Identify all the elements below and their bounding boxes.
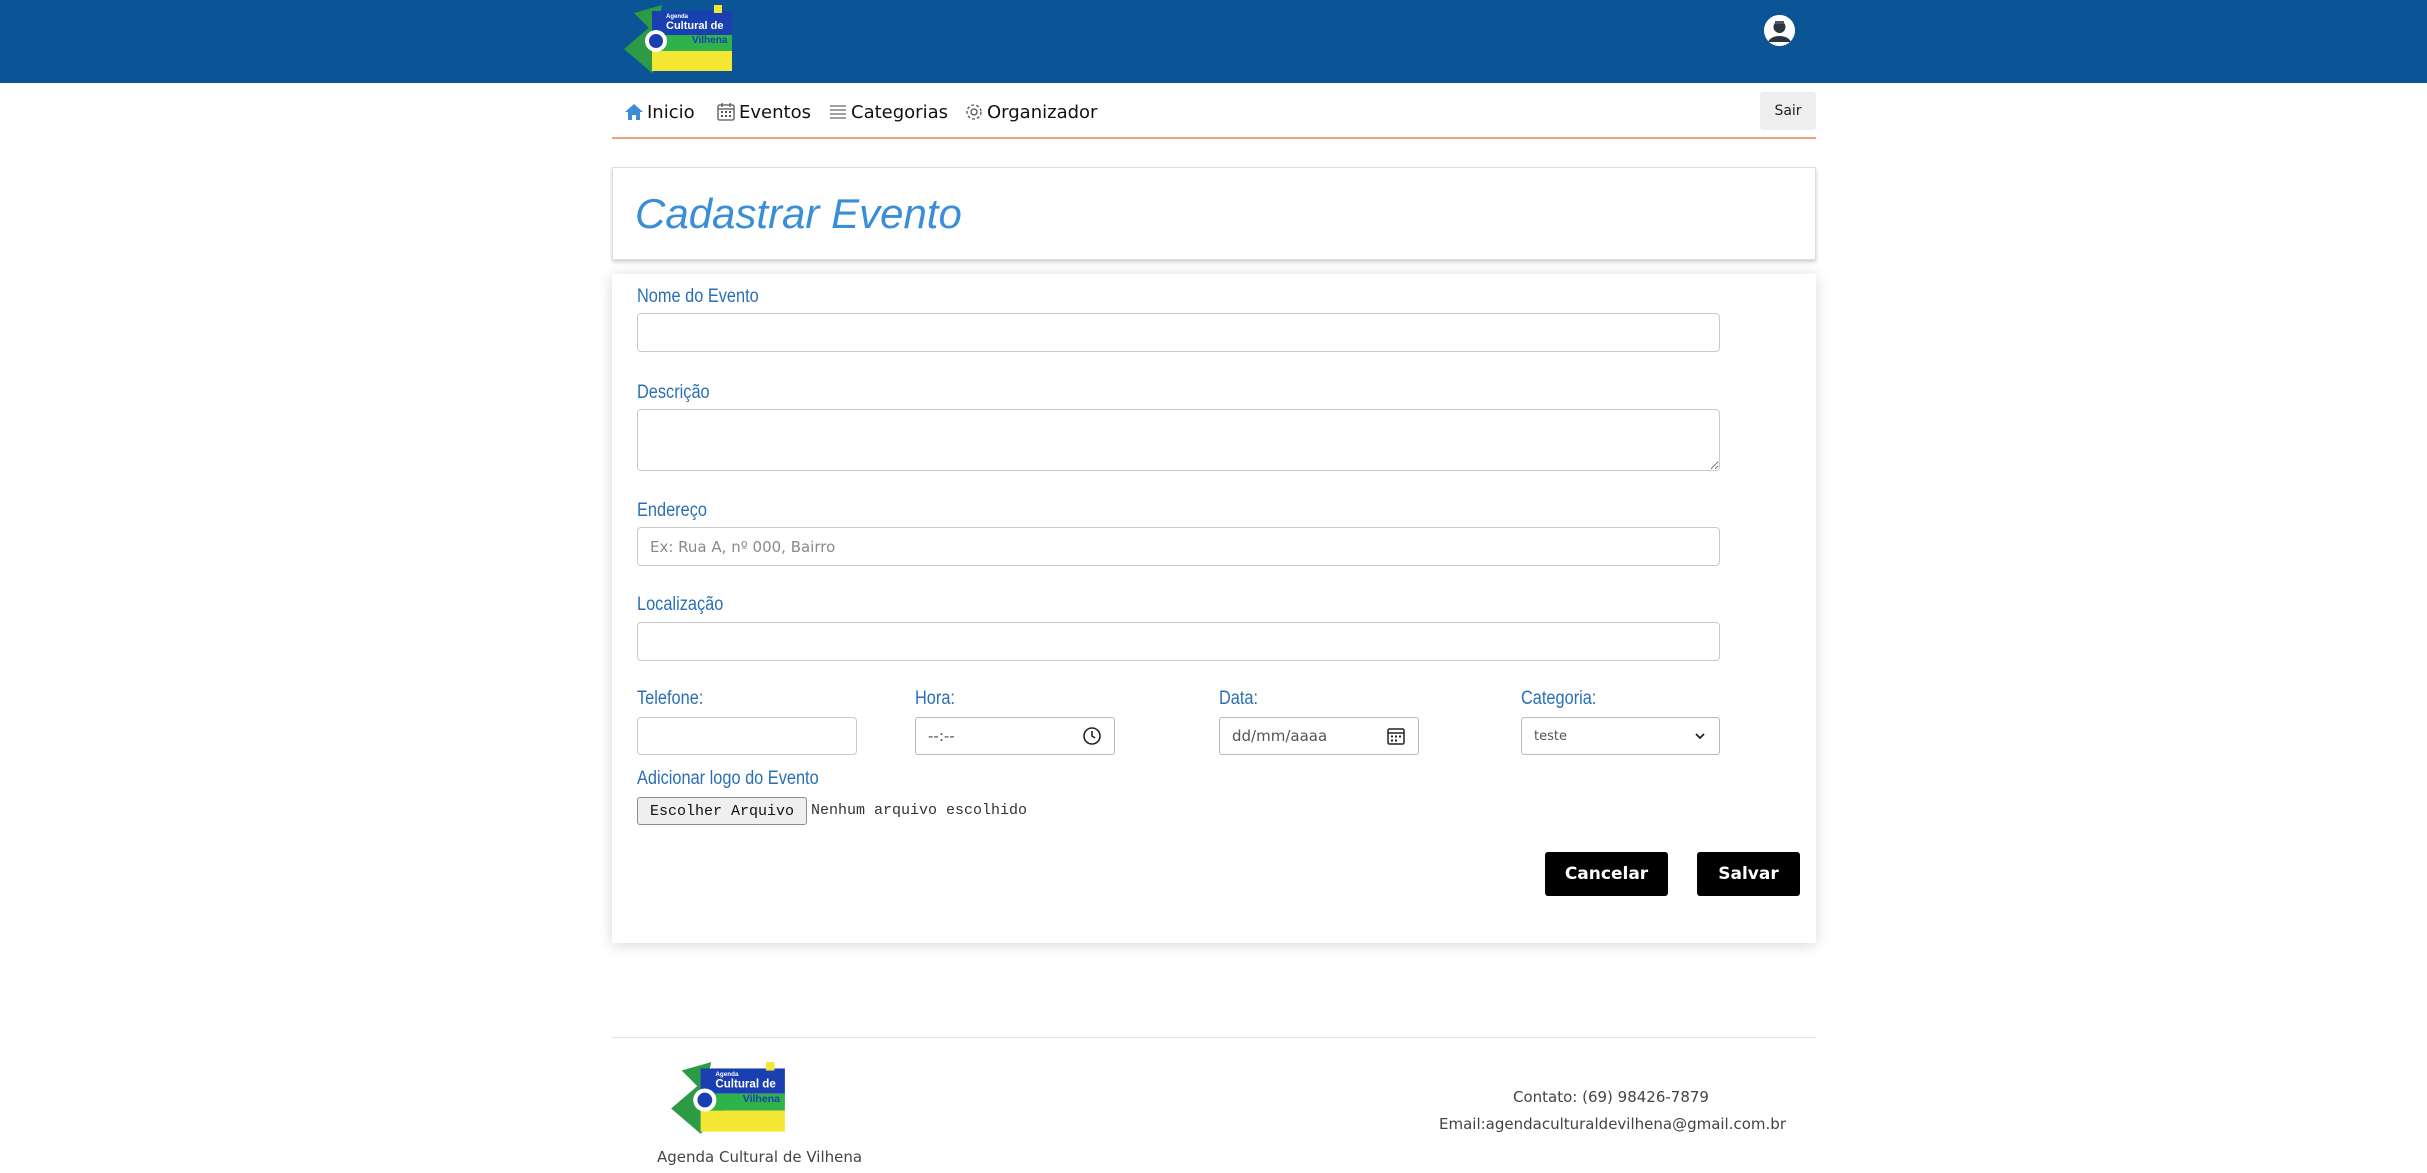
nav-item-organizador[interactable]: Organizador [964,100,1097,124]
footer-site-name: Agenda Cultural de Vilhena [657,1148,863,1166]
user-avatar[interactable] [1764,15,1795,46]
nav-item-label: Categorias [851,101,948,123]
nav-item-eventos[interactable]: Eventos [716,100,811,124]
data-placeholder: dd/mm/aaaa [1232,727,1328,745]
nav-item-categorias[interactable]: Categorias [828,100,948,124]
endereco-input[interactable] [637,527,1720,566]
choose-file-button[interactable]: Escolher Arquivo [637,797,807,825]
footer-logo: Agenda Cultural de Vilhena [669,1062,787,1136]
chevron-down-icon [1693,729,1707,743]
nav-item-label: Inicio [647,101,695,123]
save-button[interactable]: Salvar [1697,852,1800,896]
hora-placeholder: --:-- [928,727,955,745]
logout-button[interactable]: Sair [1760,92,1816,130]
nav-item-label: Organizador [987,101,1098,123]
categoria-selected-value: teste [1534,728,1567,744]
categoria-label: Categoria: [1521,688,1597,709]
hora-time-input[interactable]: --:-- [915,717,1115,755]
nav-item-inicio[interactable]: Inicio [624,100,695,124]
list-icon [828,102,848,122]
svg-text:Cultural de: Cultural de [715,1078,776,1090]
descricao-textarea[interactable] [637,409,1720,471]
clock-icon[interactable] [1082,726,1102,746]
telefone-label: Telefone: [637,688,704,709]
main-navigation: Inicio Eventos Categorias Organizador Sa… [612,88,1816,139]
footer-divider [612,1037,1816,1038]
descricao-label: Descrição [637,382,710,403]
data-date-input[interactable]: dd/mm/aaaa [1219,717,1419,755]
svg-text:Agenda: Agenda [715,1071,739,1078]
localizacao-label: Localização [637,594,724,615]
categoria-select[interactable]: teste [1521,717,1720,755]
localizacao-input[interactable] [637,622,1720,661]
top-header: Agenda Cultural de Vilhena [0,0,2427,83]
cancel-button[interactable]: Cancelar [1545,852,1668,896]
agenda-cultural-logo[interactable]: Agenda Cultural de Vilhena [622,5,734,75]
calendar-icon [716,102,736,122]
endereco-label: Endereço [637,500,707,521]
svg-text:Vilhena: Vilhena [743,1093,780,1105]
telefone-input[interactable] [637,717,857,755]
gear-icon [964,102,984,122]
nome-evento-input[interactable] [637,313,1720,352]
home-icon [624,102,644,122]
svg-text:Vilhena: Vilhena [692,35,728,46]
event-form: Nome do Evento Descrição Endereço Locali… [612,274,1816,943]
page-title-card: Cadastrar Evento [612,167,1816,260]
footer-contact-email[interactable]: Email:agendaculturaldevilhena@gmail.com.… [1439,1115,1786,1133]
data-label: Data: [1219,688,1259,709]
hora-label: Hora: [915,688,955,709]
svg-text:Cultural de: Cultural de [666,20,723,32]
nome-label: Nome do Evento [637,286,759,307]
calendar-picker-icon[interactable] [1386,726,1406,746]
logo-upload-label: Adicionar logo do Evento [637,768,819,789]
nav-item-label: Eventos [739,101,811,123]
file-status-text: Nenhum arquivo escolhido [811,802,1028,819]
page-title: Cadastrar Evento [635,190,962,237]
footer-contact-phone: Contato: (69) 98426-7879 [1513,1088,1709,1106]
